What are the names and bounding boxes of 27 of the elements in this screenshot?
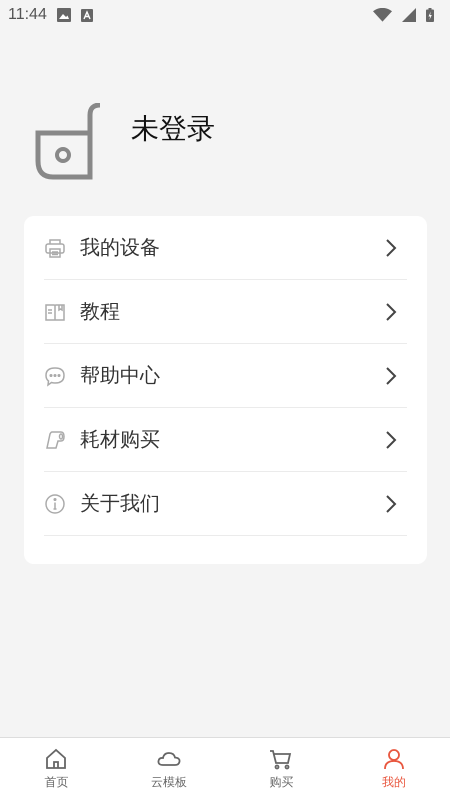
chevron-right-icon xyxy=(385,238,397,258)
image-icon xyxy=(56,8,71,22)
chat-bubble-icon xyxy=(44,364,66,386)
chevron-right-icon xyxy=(385,494,397,514)
tab[interactable]: 云模板 xyxy=(112,738,225,800)
info-icon xyxy=(44,492,66,514)
printer-icon xyxy=(44,236,66,258)
menu-item[interactable]: 教程 xyxy=(44,280,407,344)
person-icon xyxy=(382,748,406,770)
menu-item[interactable]: 帮助中心 xyxy=(44,344,407,408)
wifi-icon xyxy=(373,8,392,22)
cart-icon xyxy=(269,748,294,770)
menu-item[interactable]: 我的设备 xyxy=(44,216,407,280)
signal-icon xyxy=(402,8,416,22)
menu-item[interactable]: 耗材购买 xyxy=(44,408,407,472)
paper-roll-icon xyxy=(44,428,66,450)
tab[interactable]: 购买 xyxy=(225,738,338,800)
menu-item[interactable]: 关于我们 xyxy=(44,472,407,536)
chevron-right-icon xyxy=(385,430,397,450)
chevron-right-icon xyxy=(385,302,397,322)
chevron-right-icon xyxy=(385,366,397,386)
battery-icon xyxy=(426,8,434,22)
tab[interactable]: 我的 xyxy=(338,738,450,800)
home-icon xyxy=(44,748,68,770)
status-time: 11:44 xyxy=(8,6,47,24)
login-status[interactable]: 未登录 xyxy=(131,110,215,148)
tab[interactable]: 首页 xyxy=(0,738,112,800)
